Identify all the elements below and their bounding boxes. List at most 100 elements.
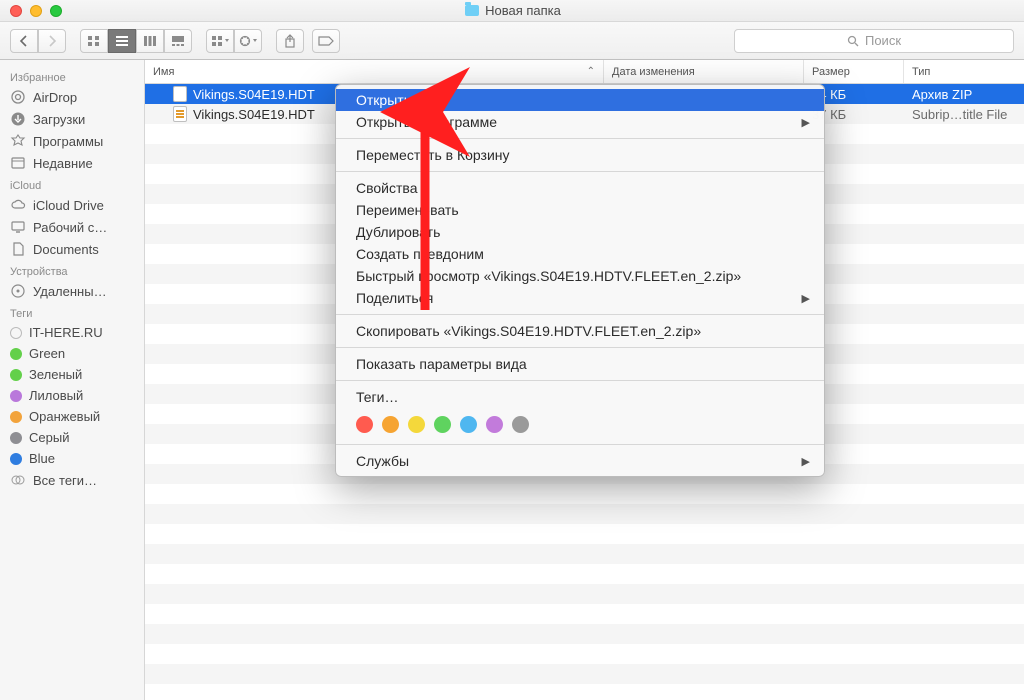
sidebar-tag-purple[interactable]: Лиловый <box>0 385 144 406</box>
ctx-open[interactable]: Открыть <box>336 89 824 111</box>
downloads-icon <box>10 111 26 127</box>
sidebar-item-documents[interactable]: Documents <box>0 238 144 260</box>
ctx-quicklook[interactable]: Быстрый просмотр «Vikings.S04E19.HDTV.FL… <box>336 265 824 287</box>
sidebar-item-recents[interactable]: Недавние <box>0 152 144 174</box>
search-field[interactable]: Поиск <box>734 29 1014 53</box>
tag-dot-blue <box>10 453 22 465</box>
submenu-arrow-icon: ▶ <box>802 116 810 129</box>
ctx-tag-picker <box>336 408 824 439</box>
sidebar-header-tags: Теги <box>0 302 144 322</box>
folder-icon <box>465 5 479 16</box>
ctx-rename[interactable]: Переименовать <box>336 199 824 221</box>
sidebar-item-icloud-drive[interactable]: iCloud Drive <box>0 194 144 216</box>
tag-color-yellow[interactable] <box>408 416 425 433</box>
tag-color-gray[interactable] <box>512 416 529 433</box>
ctx-separator <box>336 444 824 445</box>
tag-color-purple[interactable] <box>486 416 503 433</box>
ctx-view-options[interactable]: Показать параметры вида <box>336 353 824 375</box>
view-mode-buttons <box>80 29 192 53</box>
sidebar-tag-all[interactable]: Все теги… <box>0 469 144 491</box>
arrange-button[interactable] <box>206 29 234 53</box>
window-title: Новая папка <box>62 3 964 18</box>
tag-dot-orange <box>10 411 22 423</box>
sidebar-tag-blue[interactable]: Blue <box>0 448 144 469</box>
sidebar-item-desktop[interactable]: Рабочий с… <box>0 216 144 238</box>
submenu-arrow-icon: ▶ <box>802 292 810 305</box>
column-header-date[interactable]: Дата изменения <box>604 60 804 83</box>
ctx-open-with[interactable]: Открыть в программе▶ <box>336 111 824 133</box>
context-menu: Открыть Открыть в программе▶ Переместить… <box>335 84 825 477</box>
tag-color-red[interactable] <box>356 416 373 433</box>
all-tags-icon <box>10 472 26 488</box>
forward-button[interactable] <box>38 29 66 53</box>
share-tag-buttons <box>276 29 340 53</box>
share-button[interactable] <box>276 29 304 53</box>
toolbar: Поиск <box>0 22 1024 60</box>
desktop-icon <box>10 219 26 235</box>
search-placeholder: Поиск <box>865 33 901 48</box>
recents-icon <box>10 155 26 171</box>
file-kind-cell: Subrip…title File <box>904 107 1024 122</box>
ctx-separator <box>336 314 824 315</box>
zip-file-icon <box>173 86 187 102</box>
tag-dot-green <box>10 348 22 360</box>
tag-dot-green <box>10 369 22 381</box>
window-controls <box>0 5 62 17</box>
back-button[interactable] <box>10 29 38 53</box>
tag-dot-purple <box>10 390 22 402</box>
column-view-button[interactable] <box>136 29 164 53</box>
search-icon <box>847 35 859 47</box>
file-kind-cell: Архив ZIP <box>904 87 1024 102</box>
sidebar-header-icloud: iCloud <box>0 174 144 194</box>
srt-file-icon <box>173 106 187 122</box>
sidebar-item-downloads[interactable]: Загрузки <box>0 108 144 130</box>
sidebar-header-favorites: Избранное <box>0 66 144 86</box>
tag-color-orange[interactable] <box>382 416 399 433</box>
ctx-copy[interactable]: Скопировать «Vikings.S04E19.HDTV.FLEET.e… <box>336 320 824 342</box>
action-menu-button[interactable] <box>234 29 262 53</box>
disc-icon <box>10 283 26 299</box>
ctx-share[interactable]: Поделиться▶ <box>336 287 824 309</box>
sidebar-tag-green[interactable]: Green <box>0 343 144 364</box>
submenu-arrow-icon: ▶ <box>802 455 810 468</box>
sidebar-tag-orange[interactable]: Оранжевый <box>0 406 144 427</box>
sidebar-item-airdrop[interactable]: AirDrop <box>0 86 144 108</box>
ctx-separator <box>336 380 824 381</box>
sidebar: Избранное AirDrop Загрузки Программы Нед… <box>0 60 145 700</box>
sidebar-tag-gray[interactable]: Серый <box>0 427 144 448</box>
tag-button[interactable] <box>312 29 340 53</box>
window-title-text: Новая папка <box>485 3 561 18</box>
ctx-separator <box>336 171 824 172</box>
tag-color-green[interactable] <box>434 416 451 433</box>
tag-color-blue[interactable] <box>460 416 477 433</box>
documents-icon <box>10 241 26 257</box>
ctx-duplicate[interactable]: Дублировать <box>336 221 824 243</box>
ctx-tags-label: Теги… <box>336 386 824 408</box>
zoom-window-button[interactable] <box>50 5 62 17</box>
column-header-size[interactable]: Размер <box>804 60 904 83</box>
nav-buttons <box>10 29 66 53</box>
sidebar-tag-ithere[interactable]: IT-HERE.RU <box>0 322 144 343</box>
ctx-services[interactable]: Службы▶ <box>336 450 824 472</box>
arrange-action-buttons <box>206 29 262 53</box>
minimize-window-button[interactable] <box>30 5 42 17</box>
airdrop-icon <box>10 89 26 105</box>
icon-view-button[interactable] <box>80 29 108 53</box>
sidebar-item-remote-disc[interactable]: Удаленны… <box>0 280 144 302</box>
ctx-separator <box>336 138 824 139</box>
sidebar-tag-zeleny[interactable]: Зеленый <box>0 364 144 385</box>
ctx-alias[interactable]: Создать псевдоним <box>336 243 824 265</box>
close-window-button[interactable] <box>10 5 22 17</box>
ctx-separator <box>336 347 824 348</box>
sort-indicator-icon: ⌃ <box>587 66 595 77</box>
sidebar-header-devices: Устройства <box>0 260 144 280</box>
cloud-icon <box>10 197 26 213</box>
column-header-kind[interactable]: Тип <box>904 60 1024 83</box>
sidebar-item-apps[interactable]: Программы <box>0 130 144 152</box>
list-view-button[interactable] <box>108 29 136 53</box>
tag-dot-empty <box>10 327 22 339</box>
ctx-info[interactable]: Свойства <box>336 177 824 199</box>
column-header-name[interactable]: Имя⌃ <box>145 60 604 83</box>
ctx-trash[interactable]: Переместить в Корзину <box>336 144 824 166</box>
gallery-view-button[interactable] <box>164 29 192 53</box>
